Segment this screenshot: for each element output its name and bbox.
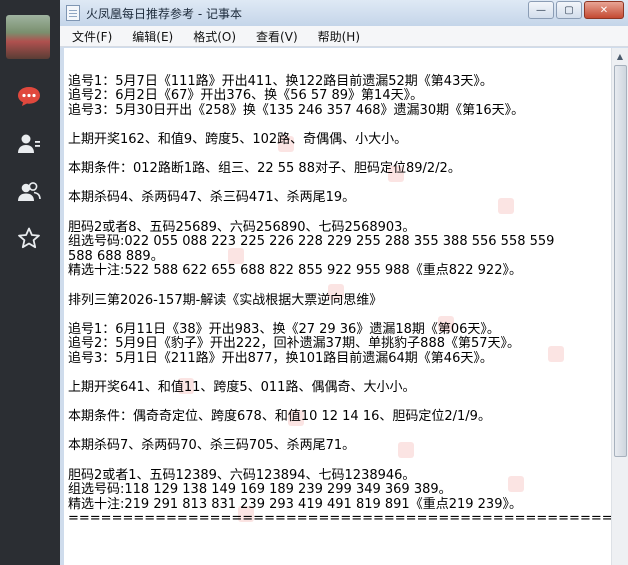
avatar[interactable] — [6, 15, 50, 59]
text-line: 本期条件：偶奇奇定位、跨度678、和值10 12 14 16、胆码定位2/1/9… — [68, 409, 491, 425]
minimize-button[interactable]: — — [528, 1, 554, 19]
text-line: 追号2：5月9日《豹子》开出222，回补遗漏37期、单挑豹子888《第57天》。 — [68, 336, 521, 352]
window-title: 火凤凰每日推荐参考 - 记事本 — [86, 7, 242, 21]
text-line: 胆码2或者8、五码25689、六码256890、七码2568903。 — [68, 219, 416, 235]
text-line: 排列三第2026-157期-解读《实战根据大票逆向思维》 — [68, 292, 383, 308]
text-line — [68, 177, 612, 192]
text-line: 追号2：6月2日《67》开出376、换《56 57 89》第14天》。 — [68, 88, 424, 104]
menu-view[interactable]: 查看(V) — [244, 28, 306, 45]
vertical-scrollbar[interactable]: ▲ — [611, 48, 628, 565]
text-line: 胆码2或者1、五码12389、六码123894、七码1238946。 — [68, 467, 416, 483]
text-line: 本期杀码7、杀两码70、杀三码705、杀两尾71。 — [68, 438, 356, 454]
text-line — [68, 308, 612, 323]
contacts-icon[interactable] — [15, 130, 43, 158]
menu-help[interactable]: 帮助(H) — [306, 28, 368, 45]
maximize-button[interactable]: ▢ — [556, 1, 582, 19]
text-line — [68, 118, 612, 133]
text-line: 精选十注:219 291 813 831 239 293 419 491 819… — [68, 496, 522, 512]
scroll-up-icon[interactable]: ▲ — [612, 48, 628, 64]
text-line: 上期开奖162、和值9、跨度5、102路、奇偶偶、小大小。 — [68, 131, 408, 147]
favorites-icon[interactable] — [15, 224, 43, 252]
text-line: 追号3：5月1日《211路》开出877，换101路目前遗漏64期《第46天》。 — [68, 350, 493, 366]
document-text: 追号1：5月7日《111路》开出411、换122路目前遗漏52期《第43天》。追… — [68, 60, 612, 527]
title-bar[interactable]: 火凤凰每日推荐参考 - 记事本 — ▢ ✕ — [60, 0, 628, 26]
text-line: 精选十注:522 588 622 655 688 822 855 922 955… — [68, 263, 522, 279]
text-line — [68, 366, 612, 381]
chat-sidebar — [0, 0, 60, 565]
menu-format[interactable]: 格式(O) — [181, 28, 244, 45]
scroll-thumb[interactable] — [614, 65, 627, 457]
text-line: 上期开奖641、和值11、跨度5、011路、偶偶奇、大小小。 — [68, 380, 416, 396]
group-icon[interactable] — [15, 178, 43, 206]
menu-file[interactable]: 文件(F) — [60, 28, 120, 45]
menu-edit[interactable]: 编辑(E) — [120, 28, 181, 45]
text-line: 本期杀码4、杀两码47、杀三码471、杀两尾19。 — [68, 190, 356, 206]
chat-icon[interactable] — [15, 82, 43, 110]
text-line: 组选号码:022 055 088 223 225 226 228 229 255… — [68, 234, 555, 250]
text-line: 组选号码:118 129 138 149 169 189 239 299 349… — [68, 482, 452, 498]
close-button[interactable]: ✕ — [584, 1, 624, 19]
text-line: ========================================… — [68, 511, 612, 527]
text-line — [68, 206, 612, 221]
notepad-window: 火凤凰每日推荐参考 - 记事本 — ▢ ✕ 文件(F) 编辑(E) 格式(O) … — [60, 0, 628, 565]
text-line: 本期条件：012路断1路、组三、22 55 88对子、胆码定位89/2/2。 — [68, 161, 461, 177]
text-line — [68, 279, 612, 294]
text-line — [68, 425, 612, 440]
notepad-icon — [66, 5, 80, 21]
menu-bar: 文件(F) 编辑(E) 格式(O) 查看(V) 帮助(H) — [60, 26, 628, 47]
text-line: 追号1：5月7日《111路》开出411、换122路目前遗漏52期《第43天》。 — [68, 73, 493, 89]
text-line — [68, 148, 612, 163]
text-line: 追号3：5月30日开出《258》换《135 246 357 468》遗漏30期《… — [68, 102, 525, 118]
text-editor[interactable]: 追号1：5月7日《111路》开出411、换122路目前遗漏52期《第43天》。追… — [64, 48, 612, 565]
text-line — [68, 60, 612, 75]
text-line — [68, 454, 612, 469]
